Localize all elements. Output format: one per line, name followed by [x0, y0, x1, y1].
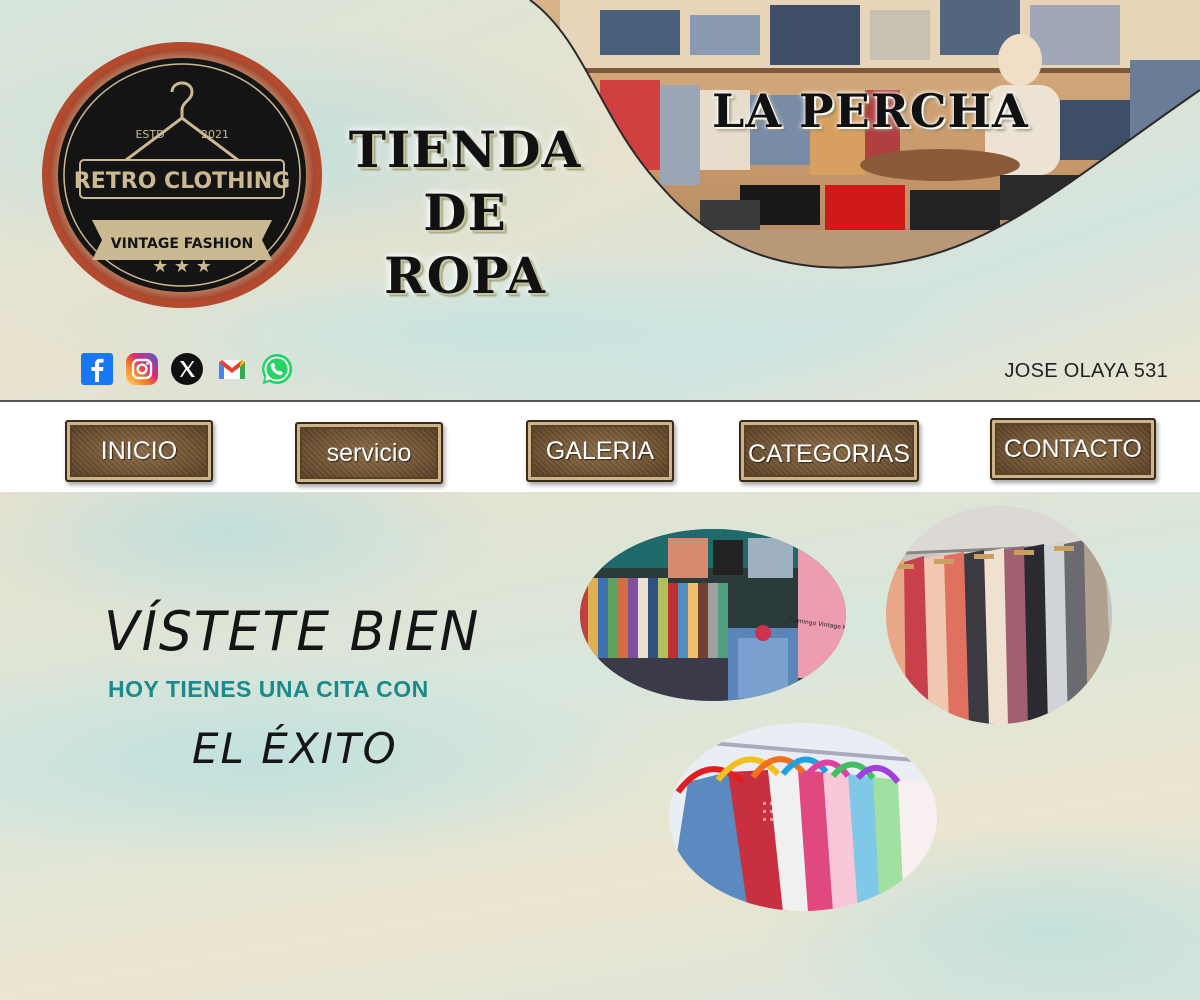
store-interior-photo: Flamingo Vintage Kilo [580, 529, 846, 701]
nav-galeria-button[interactable]: GALERIA [526, 420, 674, 482]
social-links [80, 352, 294, 386]
store-address: JOSE OLAYA 531 [1004, 360, 1168, 382]
brand-name: LA PERCHA [712, 84, 1029, 138]
svg-text:2021: 2021 [201, 128, 229, 141]
nav-servicio-button[interactable]: servicio [295, 422, 443, 484]
nav-label: CONTACTO [1004, 434, 1142, 463]
header: ESTD 2021 RETRO CLOTHING VINTAGE FASHION… [0, 0, 1200, 400]
title-line-3: ROPA [384, 246, 546, 305]
svg-text:ESTD: ESTD [135, 128, 164, 141]
nav-categorias-button[interactable]: CATEGORIAS [739, 420, 919, 482]
instagram-icon[interactable] [125, 352, 159, 386]
nav-label: CATEGORIAS [747, 439, 911, 468]
main-navigation: INICIO servicio GALERIA CATEGORIAS CONTA… [0, 402, 1200, 492]
svg-text:VINTAGE FASHION: VINTAGE FASHION [111, 236, 253, 252]
nav-inicio-button[interactable]: INICIO [65, 420, 213, 482]
slogan-closing: EL ÉXITO [192, 724, 398, 773]
svg-text:★ ★ ★: ★ ★ ★ [152, 256, 212, 277]
nav-label: GALERIA [545, 436, 655, 465]
title-line-1: TIENDA [348, 120, 582, 179]
colorful-hangers-photo [669, 723, 937, 911]
nav-label: servicio [326, 438, 412, 467]
whatsapp-icon[interactable] [260, 352, 294, 386]
main-content: VÍSTETE BIEN HOY TIENES UNA CITA CON EL … [0, 492, 1200, 1000]
retro-clothing-logo: ESTD 2021 RETRO CLOTHING VINTAGE FASHION… [42, 42, 322, 308]
nav-contacto-button[interactable]: CONTACTO [990, 418, 1156, 480]
facebook-icon[interactable] [80, 352, 114, 386]
svg-text:RETRO CLOTHING: RETRO CLOTHING [74, 169, 290, 194]
title-line-2: DE [423, 183, 507, 242]
store-title: TIENDA DE ROPA [345, 118, 585, 307]
clothes-rack-photo [886, 506, 1112, 724]
nav-label: INICIO [100, 436, 178, 465]
slogan-subline: HOY TIENES UNA CITA CON [108, 676, 429, 702]
slogan-headline: VÍSTETE BIEN [104, 600, 481, 664]
x-icon[interactable] [170, 352, 204, 386]
gmail-icon[interactable] [215, 352, 249, 386]
